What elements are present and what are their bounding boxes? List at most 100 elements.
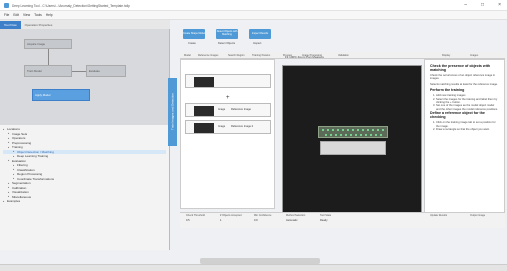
image-thumbnail <box>194 77 214 87</box>
update-results-button[interactable]: Update Results <box>430 214 447 217</box>
training-row[interactable] <box>185 74 271 88</box>
operator-tree: ▸ Locations ▸ Image Sets ▸ Operators ▸ Preproce… <box>0 125 170 250</box>
flow-node-evaluate[interactable]: Evaluate <box>86 65 126 77</box>
param-tab[interactable]: Model <box>184 54 191 57</box>
help-step: Set one of the images as the model objec… <box>436 104 499 111</box>
help-intro: Check the occurrences of an object refer… <box>430 74 496 81</box>
field-value[interactable]: 1 <box>220 219 221 222</box>
flow-node-acquire[interactable]: Acquire Image <box>24 39 72 49</box>
pin-marker <box>327 129 330 132</box>
menu-tools[interactable]: Tools <box>34 13 42 17</box>
image-viewer[interactable] <box>282 65 422 213</box>
pin-marker <box>352 129 355 132</box>
field-label: Min Confidence <box>254 214 272 217</box>
training-row[interactable]: Image Reference Image 2 <box>185 120 271 134</box>
help-pane: Check the presence of objects with match… <box>424 59 505 214</box>
param-tab[interactable]: Search Region <box>228 54 245 57</box>
pin-marker <box>362 129 365 132</box>
pin-marker <box>374 134 377 137</box>
tab-operation-properties[interactable]: Operation Properties <box>21 21 57 29</box>
tree-item-label: Segmentation <box>12 181 31 186</box>
title-bar: Deep Learning Tool - C:\Users\...\Anomal… <box>0 0 507 11</box>
pin-marker <box>329 134 332 137</box>
tree-item-label: Locations <box>7 127 20 132</box>
pin-marker <box>379 134 382 137</box>
close-button[interactable]: × <box>498 2 501 8</box>
field-value[interactable]: 0.5 <box>186 219 190 222</box>
pin-marker <box>372 129 375 132</box>
flow-node-train[interactable]: Train Model <box>24 65 72 77</box>
param-tab[interactable]: Display <box>442 54 450 57</box>
menu-help[interactable]: Help <box>46 13 53 17</box>
menu-edit[interactable]: Edit <box>13 13 19 17</box>
help-section-title: Perform the training <box>430 88 465 93</box>
pin-marker <box>322 129 325 132</box>
tree-item-label: Image Sets <box>12 131 28 136</box>
image-thumbnail <box>194 123 214 133</box>
param-tab[interactable]: Reference Images <box>198 54 218 57</box>
pin-marker <box>354 134 357 137</box>
param-tab[interactable]: Training Params <box>252 54 270 57</box>
tab-tool-flow[interactable]: Tool Flow <box>0 20 21 29</box>
minimize-button[interactable]: – <box>464 2 467 8</box>
pin-marker <box>359 134 362 137</box>
pin-marker <box>364 134 367 137</box>
training-management-panel: + Image Reference Image Image Reference … <box>180 59 275 209</box>
maximize-button[interactable]: □ <box>481 2 484 8</box>
flow-node-apply[interactable]: Apply Model <box>32 89 90 101</box>
pin-marker <box>347 129 350 132</box>
param-tab[interactable]: Images <box>470 54 478 57</box>
tree-item-label: Object Detection / Matching <box>17 149 54 154</box>
pin-marker <box>382 129 385 132</box>
help-title: Check the presence of objects with match… <box>430 64 491 72</box>
row-action: Reference Image 2 <box>231 125 254 128</box>
vertical-tab-training[interactable]: Train Images and Detection <box>168 78 177 146</box>
image-thumbnail <box>194 106 214 116</box>
button-caption: Detect Objects <box>218 42 236 45</box>
button-label: Detect Objects with Matching <box>216 30 238 36</box>
tree-item-label: Coordinate Transformations <box>17 176 55 181</box>
create-shape-model-button[interactable]: Create Shape Model <box>183 29 205 39</box>
button-caption: Create <box>188 42 196 45</box>
connector-pins <box>318 126 388 138</box>
field-value[interactable]: Ready <box>320 219 328 222</box>
field-label: # Objects Accepted <box>220 214 242 217</box>
field-value[interactable]: Automatic <box>286 219 298 222</box>
help-step: Draw a rectangle so that the object you … <box>436 128 499 131</box>
tree-item-label: Classification <box>17 167 35 172</box>
left-tab-bar: Tool Flow Operation Properties <box>0 20 170 29</box>
tree-item-label: Filtering <box>17 163 28 168</box>
app-icon <box>4 3 9 8</box>
tree-item-label: Region Processing <box>17 172 43 177</box>
tree-item-label: Miscellaneous <box>12 194 32 199</box>
training-row[interactable]: Image Reference Image <box>185 103 271 117</box>
tree-item-label: Deep Learning Training <box>17 154 49 159</box>
row-label: Image <box>218 125 226 128</box>
pin-marker <box>339 134 342 137</box>
tree-item-label: Visualization <box>12 190 29 195</box>
button-caption: Inspect <box>253 42 262 45</box>
tree-item-label: Training <box>12 145 23 150</box>
pin-marker <box>324 134 327 137</box>
image-toolbar[interactable]: Fit 100% Zoom Pan Measure <box>285 52 415 62</box>
row-label: Image <box>218 108 226 111</box>
pin-marker <box>369 134 372 137</box>
pin-marker <box>342 129 345 132</box>
flow-node-label: Train Model <box>27 69 42 73</box>
bottom-parameters: Check Threshold 0.5 # Objects Accepted 1… <box>180 212 505 228</box>
connector-body <box>320 141 386 155</box>
menu-file[interactable]: File <box>4 13 9 17</box>
flow-node-label: Evaluate <box>89 69 100 73</box>
help-subtext: Selects matching results at least for th… <box>430 82 498 86</box>
pin-marker <box>344 134 347 137</box>
inspect-results-button[interactable]: Inspect Results <box>249 29 271 39</box>
tree-item-label: Calibration <box>12 185 27 190</box>
output-image-label[interactable]: Output Image <box>470 214 485 217</box>
pin-marker <box>332 129 335 132</box>
tree-item[interactable]: ▸ Examples <box>3 199 166 204</box>
add-icon[interactable]: + <box>226 95 230 101</box>
detect-objects-button[interactable]: Detect Objects with Matching <box>216 29 238 39</box>
pin-marker <box>367 129 370 132</box>
field-value[interactable]: 0.9 <box>254 219 258 222</box>
menu-view[interactable]: View <box>23 13 30 17</box>
